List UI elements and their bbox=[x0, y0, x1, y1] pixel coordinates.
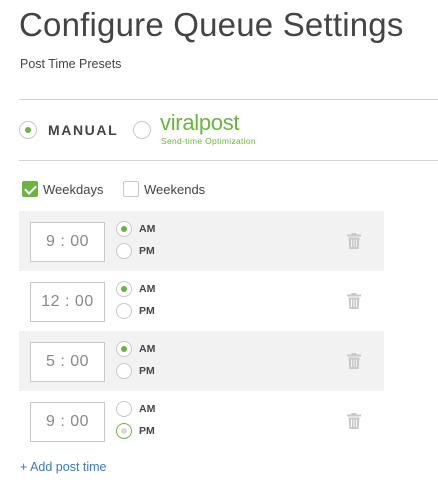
add-post-time-link[interactable]: + Add post time bbox=[20, 460, 107, 474]
time-separator: : bbox=[60, 413, 66, 430]
hour-value: 5 bbox=[45, 353, 56, 370]
page-title: Configure Queue Settings bbox=[19, 6, 404, 43]
pm-label[interactable]: PM bbox=[139, 365, 155, 377]
am-label[interactable]: AM bbox=[139, 223, 155, 235]
section-subtitle: Post Time Presets bbox=[20, 57, 122, 71]
manual-mode-label[interactable]: MANUAL bbox=[48, 122, 118, 138]
minute-value: 00 bbox=[70, 353, 90, 370]
am-radio[interactable] bbox=[116, 401, 132, 417]
am-label[interactable]: AM bbox=[139, 343, 155, 355]
minute-value: 00 bbox=[70, 233, 90, 250]
am-label[interactable]: AM bbox=[139, 283, 155, 295]
hour-value: 9 bbox=[45, 413, 56, 430]
divider-top bbox=[19, 99, 438, 100]
weekdays-label[interactable]: Weekdays bbox=[43, 182, 103, 197]
time-input[interactable]: 9 : 00 bbox=[30, 222, 105, 262]
post-time-row: 9 : 00 AM PM bbox=[19, 211, 384, 271]
viralpost-logo[interactable]: viralpost bbox=[160, 110, 240, 136]
trash-icon[interactable] bbox=[347, 293, 361, 309]
time-input[interactable]: 5 : 00 bbox=[30, 342, 105, 382]
pm-label[interactable]: PM bbox=[139, 245, 155, 257]
pm-radio[interactable] bbox=[116, 303, 132, 319]
day-selector: Weekdays Weekends bbox=[22, 180, 322, 200]
time-separator: : bbox=[65, 293, 70, 310]
time-input[interactable]: 9 : 00 bbox=[30, 402, 105, 442]
am-radio[interactable] bbox=[116, 341, 132, 357]
post-time-row: 12 : 00 AM PM bbox=[19, 271, 384, 331]
post-time-row: 5 : 00 AM PM bbox=[19, 331, 384, 391]
hour-value: 12 bbox=[41, 293, 61, 310]
schedule-mode-selector: MANUAL viralpost Send-time Optimization bbox=[19, 110, 419, 148]
time-separator: : bbox=[60, 353, 66, 370]
pm-label[interactable]: PM bbox=[139, 305, 155, 317]
weekends-label[interactable]: Weekends bbox=[144, 182, 205, 197]
pm-radio[interactable] bbox=[116, 423, 132, 439]
am-radio[interactable] bbox=[116, 281, 132, 297]
minute-value: 00 bbox=[70, 413, 90, 430]
minute-value: 00 bbox=[74, 293, 94, 310]
am-label[interactable]: AM bbox=[139, 403, 155, 415]
hour-value: 9 bbox=[45, 233, 56, 250]
manual-mode-radio[interactable] bbox=[19, 121, 37, 139]
weekdays-checkbox[interactable] bbox=[22, 181, 38, 197]
viralpost-mode-radio[interactable] bbox=[133, 121, 151, 139]
pm-radio[interactable] bbox=[116, 363, 132, 379]
trash-icon[interactable] bbox=[347, 413, 361, 429]
time-input[interactable]: 12 : 00 bbox=[30, 282, 105, 322]
trash-icon[interactable] bbox=[347, 353, 361, 369]
am-radio[interactable] bbox=[116, 221, 132, 237]
trash-icon[interactable] bbox=[347, 233, 361, 249]
post-time-row: 9 : 00 AM PM bbox=[19, 391, 384, 451]
viralpost-tagline: Send-time Optimization bbox=[161, 136, 256, 146]
divider-middle bbox=[19, 160, 438, 161]
pm-radio[interactable] bbox=[116, 243, 132, 259]
weekends-checkbox[interactable] bbox=[123, 181, 139, 197]
pm-label[interactable]: PM bbox=[139, 425, 155, 437]
time-separator: : bbox=[60, 233, 66, 250]
